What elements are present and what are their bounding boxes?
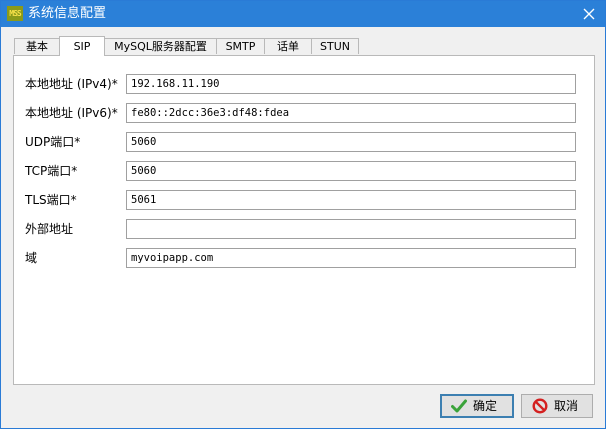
tab-cdr[interactable]: 话单 (264, 38, 312, 54)
tls-port-input[interactable]: 5061 (126, 190, 576, 210)
cancel-button[interactable]: 取消 (521, 394, 593, 418)
tab-stun[interactable]: STUN (311, 38, 359, 54)
tls-port-label: TLS端口* (25, 193, 77, 207)
cancel-button-label: 取消 (554, 399, 579, 413)
title-bar: MSS 系统信息配置 (1, 1, 605, 27)
ipv4-input[interactable]: 192.168.11.190 (126, 74, 576, 94)
external-address-label: 外部地址 (25, 222, 74, 236)
tcp-port-input[interactable]: 5060 (126, 161, 576, 181)
ipv4-label: 本地地址 (IPv4)* (25, 77, 118, 91)
window-title: 系统信息配置 (28, 6, 107, 21)
tab-sip[interactable]: SIP (59, 36, 105, 56)
close-button[interactable] (579, 4, 599, 24)
ok-button-label: 确定 (473, 399, 498, 413)
config-dialog: MSS 系统信息配置 基本 SIP MySQL服务器配置 SMTP 话单 STU… (0, 0, 606, 429)
udp-port-input[interactable]: 5060 (126, 132, 576, 152)
external-address-input[interactable] (126, 219, 576, 239)
tab-basic[interactable]: 基本 (14, 38, 60, 54)
tcp-port-label: TCP端口* (25, 164, 78, 178)
checkmark-icon (451, 399, 467, 413)
udp-port-label: UDP端口* (25, 135, 81, 149)
no-entry-icon (532, 398, 548, 414)
tab-mysql[interactable]: MySQL服务器配置 (104, 38, 217, 54)
close-icon (583, 8, 595, 20)
tab-smtp[interactable]: SMTP (216, 38, 265, 54)
domain-label: 域 (25, 251, 38, 265)
ok-button[interactable]: 确定 (440, 394, 514, 418)
ipv6-input[interactable]: fe80::2dcc:36e3:df48:fdea (126, 103, 576, 123)
app-logo-icon: MSS (7, 6, 23, 21)
domain-input[interactable]: myvoipapp.com (126, 248, 576, 268)
ipv6-label: 本地地址 (IPv6)* (25, 106, 118, 120)
